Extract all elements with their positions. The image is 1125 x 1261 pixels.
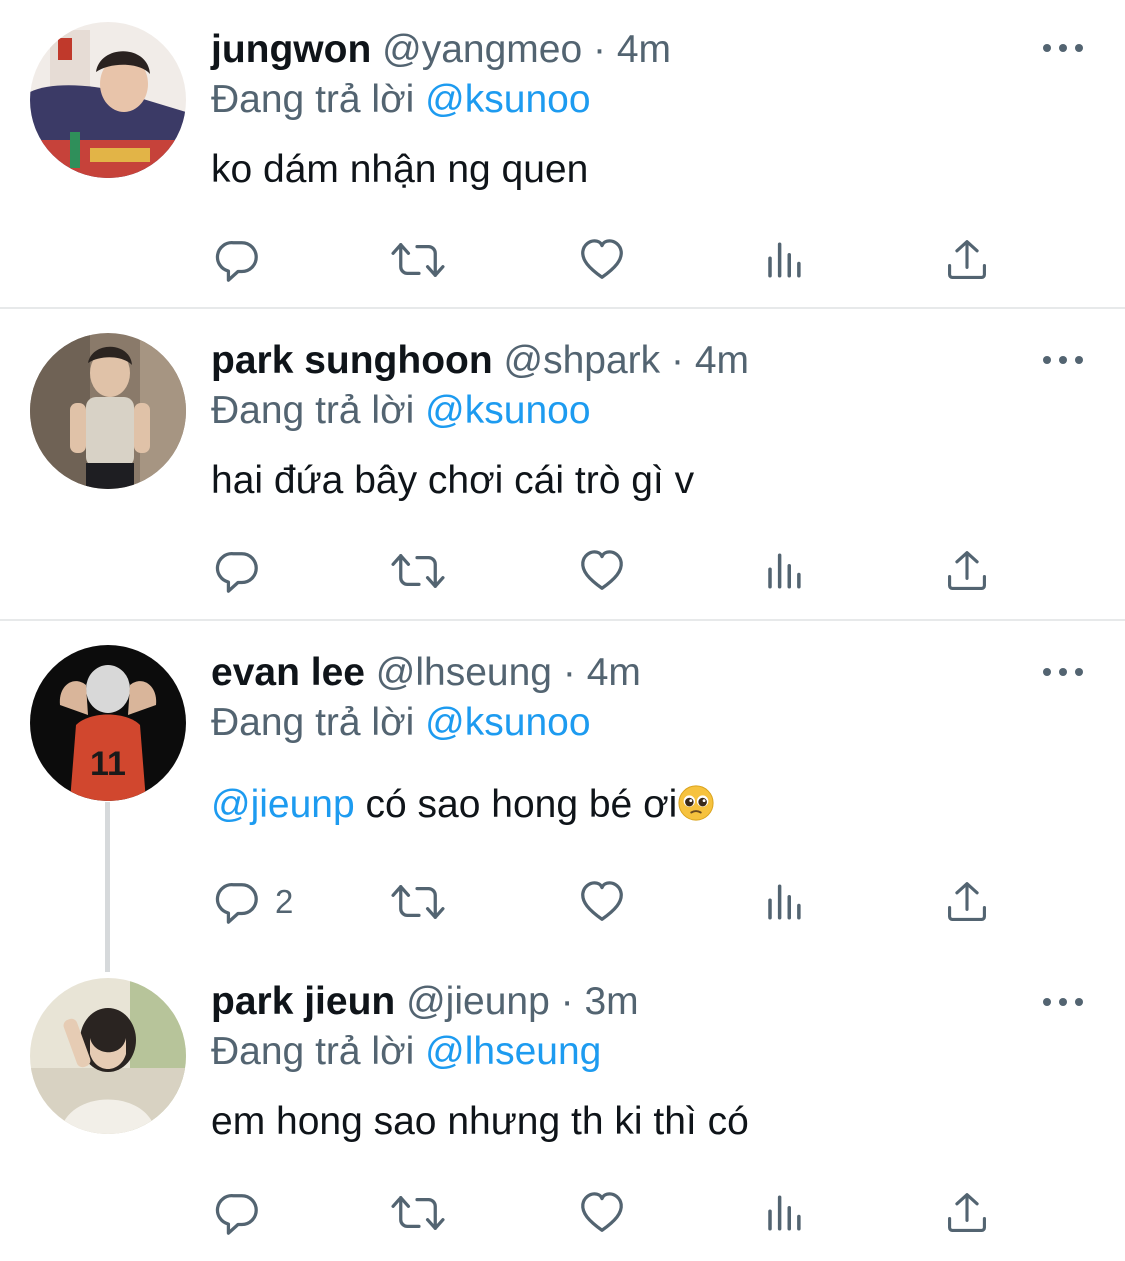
replying-to: Đang trả lời @ksunoo: [211, 386, 1085, 436]
reply-button[interactable]: 2: [215, 877, 293, 927]
replying-to-label: Đang trả lời: [211, 701, 415, 744]
tweet[interactable]: jungwon @yangmeo · 4m Đang trả lời @ksun…: [0, 0, 1125, 306]
replying-to-mention[interactable]: @ksunoo: [425, 389, 590, 432]
tweet-actions: [211, 235, 1011, 285]
tweet[interactable]: park sunghoon @shpark · 4m Đang trả lời …: [0, 309, 1125, 618]
display-name[interactable]: park jieun: [211, 980, 395, 1023]
share-icon: [945, 237, 989, 283]
replying-to-mention[interactable]: @lhseung: [425, 1030, 601, 1073]
analytics-icon: [763, 548, 805, 594]
replying-to-mention[interactable]: @ksunoo: [425, 78, 590, 121]
more-icon[interactable]: [1041, 992, 1085, 1012]
analytics-button[interactable]: [763, 235, 805, 285]
svg-text:11: 11: [90, 745, 126, 783]
reply-icon: [215, 548, 261, 594]
share-icon: [945, 1190, 989, 1236]
retweet-icon: [389, 237, 447, 283]
replying-to: Đang trả lời @ksunoo: [211, 75, 1085, 125]
reply-button[interactable]: [215, 235, 275, 285]
replying-to-label: Đang trả lời: [211, 78, 415, 121]
timestamp[interactable]: 4m: [587, 651, 641, 694]
avatar[interactable]: 11: [30, 645, 186, 801]
tweet-text-content: có sao hong bé ơi: [354, 783, 678, 826]
separator: ·: [671, 339, 685, 382]
tweet[interactable]: park jieun @jieunp · 3m Đang trả lời @lh…: [0, 966, 1125, 1261]
share-button[interactable]: [945, 546, 989, 596]
timestamp[interactable]: 4m: [617, 28, 671, 71]
timestamp[interactable]: 4m: [695, 339, 749, 382]
separator: ·: [560, 980, 574, 1023]
user-handle[interactable]: @lhseung: [376, 651, 552, 694]
analytics-icon: [763, 237, 805, 283]
analytics-button[interactable]: [763, 546, 805, 596]
pleading-face-emoji: [678, 785, 714, 821]
retweet-button[interactable]: [389, 877, 447, 927]
like-button[interactable]: [579, 546, 625, 596]
retweet-icon: [389, 1190, 447, 1236]
analytics-button[interactable]: [763, 877, 805, 927]
replying-to-mention[interactable]: @ksunoo: [425, 701, 590, 744]
reply-button[interactable]: [215, 1188, 275, 1238]
reply-icon: [215, 1190, 261, 1236]
replying-to-label: Đang trả lời: [211, 1030, 415, 1073]
like-icon: [579, 237, 625, 283]
tweet-text: ko dám nhận ng quen: [211, 148, 589, 191]
user-handle[interactable]: @shpark: [504, 339, 661, 382]
tweet-text: em hong sao nhưng th ki thì có: [211, 1100, 749, 1143]
tweet-text: hai đứa bây chơi cái trò gì v: [211, 459, 695, 502]
share-icon: [945, 879, 989, 925]
retweet-button[interactable]: [389, 546, 447, 596]
replying-to: Đang trả lời @lhseung: [211, 1027, 1085, 1077]
tweet[interactable]: 11 evan lee @lhseung · 4m Đang trả lời @…: [0, 621, 1125, 966]
tweet-header: park jieun @jieunp · 3m: [211, 977, 1085, 1027]
user-handle[interactable]: @yangmeo: [382, 28, 582, 71]
tweet-header: jungwon @yangmeo · 4m: [211, 25, 1085, 75]
reply-count: 2: [275, 883, 294, 920]
like-button[interactable]: [579, 1188, 625, 1238]
retweet-button[interactable]: [389, 235, 447, 285]
more-icon[interactable]: [1041, 662, 1085, 682]
separator: ·: [593, 28, 607, 71]
more-icon[interactable]: [1041, 350, 1085, 370]
timestamp[interactable]: 3m: [584, 980, 638, 1023]
like-icon: [579, 1190, 625, 1236]
like-button[interactable]: [579, 877, 625, 927]
avatar[interactable]: [30, 22, 186, 178]
share-button[interactable]: [945, 877, 989, 927]
reply-icon: [215, 879, 261, 925]
retweet-icon: [389, 879, 447, 925]
share-icon: [945, 548, 989, 594]
tweet-header: park sunghoon @shpark · 4m: [211, 336, 1085, 386]
display-name[interactable]: park sunghoon: [211, 339, 493, 382]
like-button[interactable]: [579, 235, 625, 285]
avatar[interactable]: [30, 333, 186, 489]
tweet-actions: [211, 1188, 1011, 1238]
user-handle[interactable]: @jieunp: [406, 980, 550, 1023]
share-button[interactable]: [945, 235, 989, 285]
reply-button[interactable]: [215, 546, 275, 596]
more-icon[interactable]: [1041, 38, 1085, 58]
analytics-button[interactable]: [763, 1188, 805, 1238]
reply-icon: [215, 237, 261, 283]
tweet-actions: 2: [211, 877, 1011, 927]
like-icon: [579, 548, 625, 594]
tweet-actions: [211, 546, 1011, 596]
display-name[interactable]: evan lee: [211, 651, 365, 694]
text-mention[interactable]: @jieunp: [211, 783, 355, 826]
display-name[interactable]: jungwon: [211, 28, 371, 71]
tweet-text: @jieunp có sao hong bé ơi: [211, 780, 1085, 830]
like-icon: [579, 879, 625, 925]
analytics-icon: [763, 879, 805, 925]
replying-to-label: Đang trả lời: [211, 389, 415, 432]
replying-to: Đang trả lời @ksunoo: [211, 698, 1085, 748]
avatar[interactable]: [30, 978, 186, 1134]
analytics-icon: [763, 1190, 805, 1236]
retweet-icon: [389, 548, 447, 594]
share-button[interactable]: [945, 1188, 989, 1238]
retweet-button[interactable]: [389, 1188, 447, 1238]
separator: ·: [562, 651, 576, 694]
tweet-header: evan lee @lhseung · 4m: [211, 648, 1085, 698]
